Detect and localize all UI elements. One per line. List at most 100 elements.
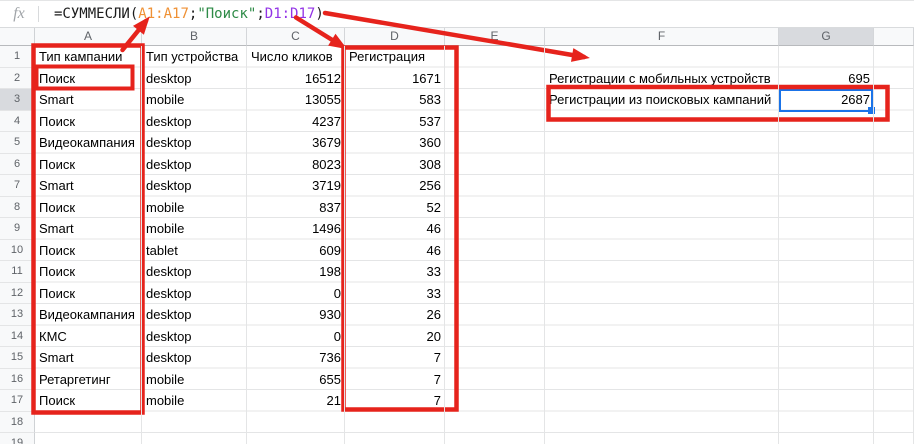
column-header-F[interactable]: F bbox=[545, 28, 779, 46]
cell-C15[interactable]: 736 bbox=[247, 347, 345, 369]
column-header-D[interactable]: D bbox=[345, 28, 445, 46]
cell-D12[interactable]: 33 bbox=[345, 283, 445, 305]
cell-B9[interactable]: mobile bbox=[142, 218, 247, 240]
cell-B1[interactable]: Тип устройства bbox=[142, 46, 247, 68]
cell-B13[interactable]: desktop bbox=[142, 304, 247, 326]
cell-C6[interactable]: 8023 bbox=[247, 154, 345, 176]
row-header-16[interactable]: 16 bbox=[0, 369, 35, 391]
row-header-9[interactable]: 9 bbox=[0, 218, 35, 240]
cell-B6[interactable]: desktop bbox=[142, 154, 247, 176]
cell-C14[interactable]: 0 bbox=[247, 326, 345, 348]
cell-A13[interactable]: Видеокампания bbox=[35, 304, 142, 326]
cell-D16[interactable]: 7 bbox=[345, 369, 445, 391]
cell-A11[interactable]: Поиск bbox=[35, 261, 142, 283]
cell-B3[interactable]: mobile bbox=[142, 89, 247, 111]
cell-A4[interactable]: Поиск bbox=[35, 111, 142, 133]
selected-cell-outline[interactable] bbox=[779, 89, 873, 112]
row-header-5[interactable]: 5 bbox=[0, 132, 35, 154]
cell-C16[interactable]: 655 bbox=[247, 369, 345, 391]
cell-A2[interactable]: Поиск bbox=[35, 68, 142, 90]
cell-B4[interactable]: desktop bbox=[142, 111, 247, 133]
cell-A12[interactable]: Поиск bbox=[35, 283, 142, 305]
cell-D5[interactable]: 360 bbox=[345, 132, 445, 154]
cell-C8[interactable]: 837 bbox=[247, 197, 345, 219]
cell-A3[interactable]: Smart bbox=[35, 89, 142, 111]
cell-B8[interactable]: mobile bbox=[142, 197, 247, 219]
cell-C9[interactable]: 1496 bbox=[247, 218, 345, 240]
cell-C17[interactable]: 21 bbox=[247, 390, 345, 412]
cell-B10[interactable]: tablet bbox=[142, 240, 247, 262]
column-header-C[interactable]: C bbox=[247, 28, 345, 46]
cell-B5[interactable]: desktop bbox=[142, 132, 247, 154]
cell-C2[interactable]: 16512 bbox=[247, 68, 345, 90]
cell-C5[interactable]: 3679 bbox=[247, 132, 345, 154]
row-header-4[interactable]: 4 bbox=[0, 111, 35, 133]
row-header-19[interactable]: 19 bbox=[0, 433, 35, 444]
cell-A6[interactable]: Поиск bbox=[35, 154, 142, 176]
column-header-G[interactable]: G bbox=[779, 28, 874, 46]
formula-input[interactable]: =СУММЕСЛИ(A1:A17;"Поиск";D1:D17) bbox=[54, 6, 324, 22]
cell-D3[interactable]: 583 bbox=[345, 89, 445, 111]
cell-A5[interactable]: Видеокампания bbox=[35, 132, 142, 154]
cell-D13[interactable]: 26 bbox=[345, 304, 445, 326]
cell-A8[interactable]: Поиск bbox=[35, 197, 142, 219]
cell-B16[interactable]: mobile bbox=[142, 369, 247, 391]
cell-C3[interactable]: 13055 bbox=[247, 89, 345, 111]
cell-D2[interactable]: 1671 bbox=[345, 68, 445, 90]
row-header-15[interactable]: 15 bbox=[0, 347, 35, 369]
cell-A1[interactable]: Тип кампании bbox=[35, 46, 142, 68]
cell-C11[interactable]: 198 bbox=[247, 261, 345, 283]
cell-D8[interactable]: 52 bbox=[345, 197, 445, 219]
cell-B15[interactable]: desktop bbox=[142, 347, 247, 369]
column-header-E[interactable]: E bbox=[445, 28, 545, 46]
column-header-B[interactable]: B bbox=[142, 28, 247, 46]
cell-D10[interactable]: 46 bbox=[345, 240, 445, 262]
cell-D4[interactable]: 537 bbox=[345, 111, 445, 133]
cell-C12[interactable]: 0 bbox=[247, 283, 345, 305]
cell-B14[interactable]: desktop bbox=[142, 326, 247, 348]
cell-D14[interactable]: 20 bbox=[345, 326, 445, 348]
cell-A15[interactable]: Smart bbox=[35, 347, 142, 369]
column-header-A[interactable]: A bbox=[35, 28, 142, 46]
cell-A7[interactable]: Smart bbox=[35, 175, 142, 197]
cell-B7[interactable]: desktop bbox=[142, 175, 247, 197]
cell-A16[interactable]: Ретаргетинг bbox=[35, 369, 142, 391]
cell-B17[interactable]: mobile bbox=[142, 390, 247, 412]
cell-D7[interactable]: 256 bbox=[345, 175, 445, 197]
cell-A14[interactable]: КМС bbox=[35, 326, 142, 348]
cell-D11[interactable]: 33 bbox=[345, 261, 445, 283]
row-header-7[interactable]: 7 bbox=[0, 175, 35, 197]
row-header-10[interactable]: 10 bbox=[0, 240, 35, 262]
row-header-1[interactable]: 1 bbox=[0, 46, 35, 68]
select-all-corner[interactable] bbox=[0, 28, 35, 46]
cell-B11[interactable]: desktop bbox=[142, 261, 247, 283]
cell-D9[interactable]: 46 bbox=[345, 218, 445, 240]
cell-C4[interactable]: 4237 bbox=[247, 111, 345, 133]
cell-B2[interactable]: desktop bbox=[142, 68, 247, 90]
cell-A17[interactable]: Поиск bbox=[35, 390, 142, 412]
cell-D15[interactable]: 7 bbox=[345, 347, 445, 369]
row-header-6[interactable]: 6 bbox=[0, 154, 35, 176]
row-header-8[interactable]: 8 bbox=[0, 197, 35, 219]
cell-F3[interactable]: Регистрации из поисковых кампаний bbox=[545, 89, 779, 111]
cell-B12[interactable]: desktop bbox=[142, 283, 247, 305]
cell-D1[interactable]: Регистрация bbox=[345, 46, 445, 68]
row-header-17[interactable]: 17 bbox=[0, 390, 35, 412]
cell-C1[interactable]: Число кликов bbox=[247, 46, 345, 68]
cell-F2[interactable]: Регистрации с мобильных устройств bbox=[545, 68, 779, 90]
cell-C10[interactable]: 609 bbox=[247, 240, 345, 262]
cell-C7[interactable]: 3719 bbox=[247, 175, 345, 197]
cell-D17[interactable]: 7 bbox=[345, 390, 445, 412]
column-header-partial[interactable] bbox=[874, 28, 914, 46]
cell-D6[interactable]: 308 bbox=[345, 154, 445, 176]
row-header-2[interactable]: 2 bbox=[0, 68, 35, 90]
cell-G2[interactable]: 695 bbox=[779, 68, 874, 90]
row-header-18[interactable]: 18 bbox=[0, 412, 35, 434]
cell-A9[interactable]: Smart bbox=[35, 218, 142, 240]
cell-A10[interactable]: Поиск bbox=[35, 240, 142, 262]
row-header-12[interactable]: 12 bbox=[0, 283, 35, 305]
row-header-13[interactable]: 13 bbox=[0, 304, 35, 326]
row-header-3[interactable]: 3 bbox=[0, 89, 35, 111]
cell-C13[interactable]: 930 bbox=[247, 304, 345, 326]
row-header-14[interactable]: 14 bbox=[0, 326, 35, 348]
